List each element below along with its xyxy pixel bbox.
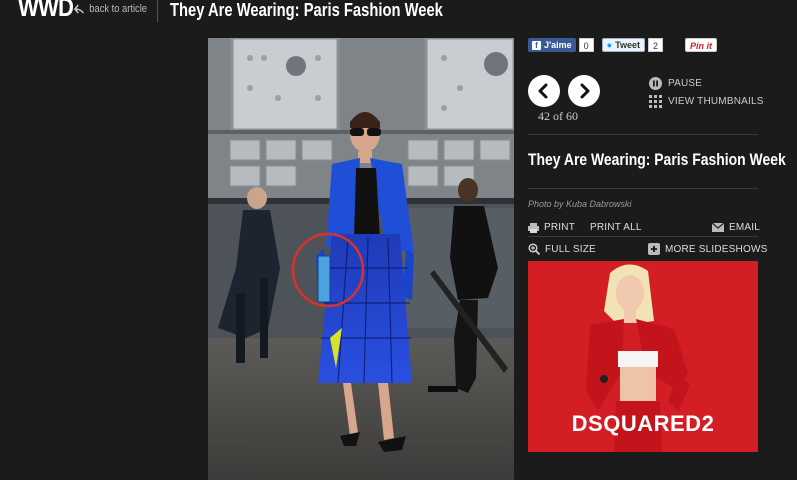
- slide-counter: 42 of 60: [538, 109, 578, 123]
- tweet-button[interactable]: ● Tweet: [601, 38, 645, 52]
- email-button[interactable]: EMAIL: [712, 222, 760, 233]
- twitter-bird-icon: ●: [606, 40, 613, 50]
- printer-icon: [528, 222, 539, 233]
- more-slideshows-label: MORE SLIDESHOWS: [665, 243, 768, 255]
- chevron-left-icon: [538, 83, 548, 99]
- slideshow-photo[interactable]: [208, 38, 514, 480]
- next-slide-button[interactable]: [568, 75, 600, 107]
- full-size-label: FULL SIZE: [545, 243, 596, 255]
- facebook-icon: f: [532, 40, 541, 50]
- photo-credit: Photo by Kuba Dabrowski: [528, 199, 632, 209]
- social-share-bar: f J'aime 0 ● Tweet 2 Pin it: [528, 38, 717, 52]
- tweet-label: Tweet: [615, 40, 640, 50]
- street-style-photo-image: [208, 38, 514, 480]
- print-all-button[interactable]: PRINT ALL: [590, 222, 642, 233]
- print-button[interactable]: PRINT: [528, 222, 575, 233]
- pause-icon: [648, 76, 662, 90]
- tweet-count: 2: [647, 38, 663, 52]
- facebook-like-count: 0: [578, 38, 594, 52]
- zoom-icon: [528, 243, 540, 255]
- view-thumbnails-button[interactable]: VIEW THUMBNAILS: [648, 94, 764, 108]
- facebook-like-label: J'aime: [544, 40, 572, 50]
- pause-button[interactable]: PAUSE: [648, 76, 702, 90]
- sidebar-divider: [528, 188, 758, 189]
- grid-icon: [648, 94, 662, 108]
- slideshow-sidebar: f J'aime 0 ● Tweet 2 Pin it 42 of 60 PAU…: [528, 0, 797, 480]
- print-all-label: PRINT ALL: [590, 222, 642, 233]
- email-label: EMAIL: [729, 222, 761, 233]
- back-link-label: back to article: [89, 3, 147, 15]
- full-size-button[interactable]: FULL SIZE: [528, 243, 596, 255]
- chevron-right-icon: [580, 83, 590, 99]
- wwd-logo[interactable]: WWD: [18, 0, 74, 23]
- header-divider: [157, 0, 158, 22]
- dsquared2-advertisement[interactable]: DSQUARED2: [528, 261, 758, 452]
- print-label: PRINT: [544, 222, 575, 233]
- envelope-icon: [712, 223, 724, 232]
- back-to-article-link[interactable]: back to article: [74, 3, 147, 15]
- sidebar-divider: [528, 134, 758, 135]
- pause-label: PAUSE: [668, 77, 703, 89]
- page-title: They Are Wearing: Paris Fashion Week: [170, 0, 443, 20]
- back-arrow-icon: [74, 4, 84, 14]
- sidebar-divider: [528, 236, 758, 237]
- view-thumbnails-label: VIEW THUMBNAILS: [668, 95, 764, 107]
- more-slideshows-button[interactable]: MORE SLIDESHOWS: [648, 243, 767, 255]
- previous-slide-button[interactable]: [528, 75, 560, 107]
- slide-title: They Are Wearing: Paris Fashion Week: [528, 150, 786, 169]
- pin-it-button[interactable]: Pin it: [684, 38, 717, 52]
- plus-icon: [648, 243, 660, 255]
- ad-brand-name: DSQUARED2: [571, 411, 715, 436]
- facebook-like-button[interactable]: f J'aime: [528, 38, 576, 52]
